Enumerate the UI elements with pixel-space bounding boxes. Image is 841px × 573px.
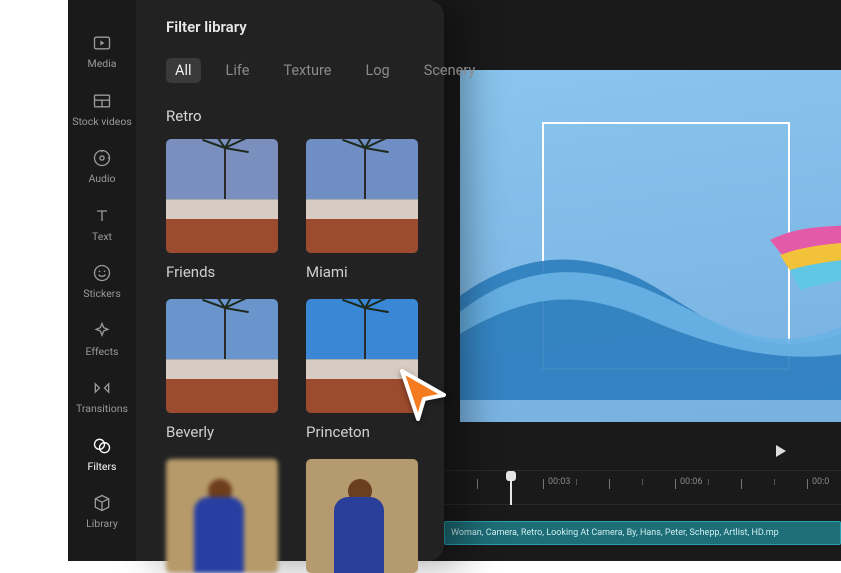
sidebar-item-library[interactable]: Library bbox=[70, 484, 134, 540]
tab-life[interactable]: Life bbox=[217, 58, 259, 83]
filter-card-miami[interactable]: Miami bbox=[306, 139, 418, 281]
sidebar-item-label: Transitions bbox=[76, 403, 128, 415]
tab-scenery[interactable]: Scenery bbox=[415, 58, 485, 83]
sidebar-item-label: Stock videos bbox=[72, 116, 132, 128]
timeline-ruler[interactable]: 00:03 00:06 00:0 bbox=[444, 471, 841, 505]
filter-thumbnail bbox=[306, 139, 418, 253]
sidebar-item-stickers[interactable]: Stickers bbox=[70, 254, 134, 310]
filter-section-label: Retro bbox=[166, 107, 420, 125]
filters-icon bbox=[91, 435, 113, 457]
sidebar-item-label: Audio bbox=[88, 173, 115, 185]
tick-label: 00:0 bbox=[812, 477, 829, 487]
sidebar-item-label: Library bbox=[86, 518, 118, 530]
filter-thumbnail bbox=[166, 139, 278, 253]
timeline-clip[interactable]: Woman, Camera, Retro, Looking At Camera,… bbox=[444, 521, 841, 545]
filter-category-tabs: All Life Texture Log Scenery bbox=[166, 58, 420, 83]
tab-all[interactable]: All bbox=[166, 58, 201, 83]
transitions-icon bbox=[91, 377, 113, 399]
sidebar-item-stock-videos[interactable]: Stock videos bbox=[70, 82, 134, 138]
tick-label: 00:06 bbox=[680, 477, 702, 487]
filter-name: Princeton bbox=[306, 423, 418, 441]
filter-name: Miami bbox=[306, 263, 418, 281]
sidebar-item-label: Media bbox=[88, 58, 117, 70]
timeline[interactable]: 00:03 00:06 00:0 Woman, Camera, Retro, L… bbox=[444, 470, 841, 561]
sidebar-item-label: Text bbox=[92, 231, 112, 243]
filter-card-row3b[interactable] bbox=[306, 459, 418, 573]
video-preview[interactable] bbox=[460, 70, 841, 422]
smile-icon bbox=[91, 262, 113, 284]
sidebar-item-label: Filters bbox=[88, 461, 117, 473]
play-icon[interactable] bbox=[775, 443, 787, 462]
cursor-pointer-icon bbox=[396, 367, 452, 423]
filter-grid: Friends Miami bbox=[166, 139, 420, 573]
disc-icon bbox=[91, 147, 113, 169]
filter-name: Beverly bbox=[166, 423, 278, 441]
sidebar-item-transitions[interactable]: Transitions bbox=[70, 369, 134, 425]
filter-name: Friends bbox=[166, 263, 278, 281]
sidebar-item-media[interactable]: Media bbox=[70, 24, 134, 80]
filter-card-beverly[interactable]: Beverly bbox=[166, 299, 278, 441]
sidebar-item-label: Effects bbox=[86, 346, 119, 358]
tick-label: 00:03 bbox=[548, 477, 570, 487]
filter-card-row3a[interactable] bbox=[166, 459, 278, 573]
filter-library-panel: Filter library All Life Texture Log Scen… bbox=[136, 0, 444, 561]
layout-icon bbox=[91, 90, 113, 112]
tab-log[interactable]: Log bbox=[356, 58, 398, 83]
filter-thumbnail bbox=[166, 459, 278, 573]
playhead[interactable] bbox=[510, 473, 512, 505]
sidebar-item-filters[interactable]: Filters bbox=[70, 427, 134, 483]
text-icon bbox=[91, 205, 113, 227]
sparkle-icon bbox=[91, 320, 113, 342]
sidebar-item-text[interactable]: Text bbox=[70, 197, 134, 253]
preview-area bbox=[444, 50, 841, 445]
filter-thumbnail bbox=[306, 459, 418, 573]
tool-sidebar: Media Stock videos Audio Text Stickers E… bbox=[68, 0, 136, 561]
sidebar-item-effects[interactable]: Effects bbox=[70, 312, 134, 368]
sidebar-item-label: Stickers bbox=[83, 288, 120, 300]
sidebar-item-audio[interactable]: Audio bbox=[70, 139, 134, 195]
tab-texture[interactable]: Texture bbox=[274, 58, 340, 83]
filter-card-friends[interactable]: Friends bbox=[166, 139, 278, 281]
play-square-icon bbox=[91, 32, 113, 54]
panel-title: Filter library bbox=[166, 18, 420, 36]
cube-icon bbox=[91, 492, 113, 514]
filter-thumbnail bbox=[166, 299, 278, 413]
